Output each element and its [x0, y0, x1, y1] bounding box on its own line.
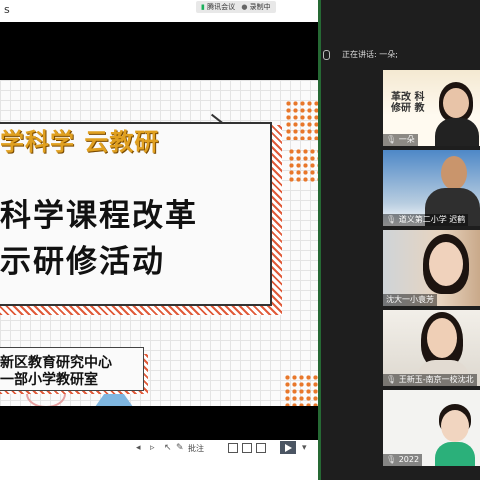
participant-name: 🎙 一朵 — [383, 134, 418, 146]
mic-icon: 🎙 — [386, 135, 397, 144]
app-label: 腾讯会议 — [207, 3, 236, 11]
slide-title-line1: 科学课程改革 — [0, 198, 198, 234]
grid-icon[interactable] — [228, 443, 238, 453]
person-body — [435, 442, 475, 466]
participant-tile[interactable]: 🎙 2022 — [383, 390, 480, 466]
more-icon[interactable]: ▾ — [302, 443, 312, 453]
speaking-label: 正在讲话: 一朵; — [342, 50, 398, 59]
recording-icon: ● — [241, 3, 248, 11]
person-face — [429, 242, 463, 286]
participant-name: 🎙 道义第二小学 迟鹤 — [383, 214, 469, 226]
pointer-icon[interactable]: ↖ — [164, 443, 174, 453]
mic-icon: 🎙 — [386, 455, 397, 464]
share-caption: s — [4, 3, 10, 16]
mic-icon: 🎙 — [386, 375, 397, 384]
person-face — [427, 318, 457, 358]
slide-subtitle: 学科学 云教研 — [0, 127, 160, 156]
mic-icon — [323, 50, 330, 60]
note-icon[interactable] — [256, 443, 266, 453]
shared-screen: 学科学 云教研 科学课程改革 示研修活动 新区教育研究中心 一部小学教研室 — [0, 22, 318, 440]
active-frame-border — [318, 0, 321, 480]
person-face — [443, 88, 469, 118]
prev-icon[interactable]: ◂ — [136, 443, 146, 453]
person-face — [441, 156, 467, 190]
participant-name: 沈大一小袁芳 — [383, 294, 437, 306]
meeting-status-pill[interactable]: ▮ 腾讯会议 ● 录制中 — [196, 1, 276, 13]
org-line2: 一部小学教研室 — [0, 372, 98, 388]
decor-dots — [284, 374, 318, 406]
participant-name: 🎙 2022 — [383, 454, 423, 466]
person-body — [435, 118, 479, 146]
annotate-label[interactable]: 批注 — [188, 443, 204, 454]
participant-tile[interactable]: 🎙 王新玉-南京一校沈北 — [383, 310, 480, 386]
grid-icon[interactable] — [242, 443, 252, 453]
participant-tile[interactable]: 沈大一小袁芳 — [383, 230, 480, 306]
decor-dots — [285, 100, 318, 140]
decor-dots — [288, 148, 318, 182]
participant-tile[interactable]: 🎙 道义第二小学 迟鹤 — [383, 150, 480, 226]
poster-text: 革改 科 修研 教 — [391, 92, 425, 114]
mic-icon: 🎙 — [386, 215, 397, 224]
slide-title-line2: 示研修活动 — [0, 244, 165, 280]
signal-icon: ▮ — [201, 3, 205, 11]
participant-name: 🎙 王新玉-南京一校沈北 — [383, 374, 477, 386]
person-face — [441, 410, 469, 442]
arrow-icon[interactable]: ▹ — [150, 443, 160, 453]
play-button[interactable] — [280, 441, 296, 454]
pen-icon[interactable]: ✎ — [176, 443, 186, 453]
participant-tile[interactable]: 革改 科 修研 教 🎙 一朵 — [383, 70, 480, 146]
recording-label: 录制中 — [249, 3, 271, 11]
